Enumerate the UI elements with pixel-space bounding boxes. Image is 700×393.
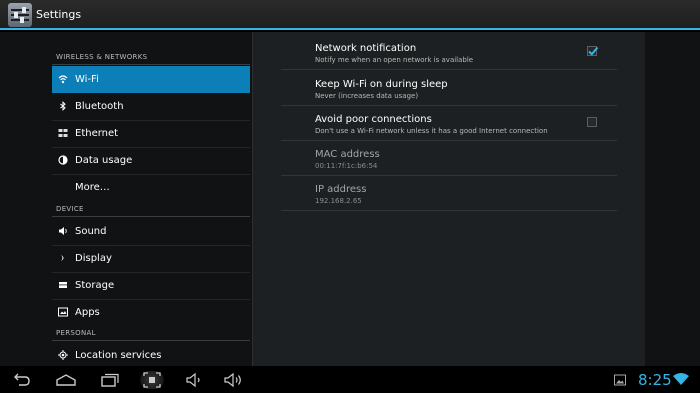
- volume-up-button[interactable]: [222, 371, 246, 389]
- ethernet-icon: [58, 129, 68, 137]
- sidebar-item-bluetooth[interactable]: Bluetooth: [52, 93, 250, 120]
- apps-icon: [58, 307, 68, 317]
- pref-summary: Don't use a Wi-Fi network unless it has …: [315, 127, 548, 135]
- pref-summary: Never (increases data usage): [315, 92, 419, 100]
- sidebar-item-storage[interactable]: Storage: [52, 272, 250, 299]
- action-bar: Settings: [0, 0, 700, 30]
- volume-up-icon: [224, 372, 241, 388]
- pref-summary: Notify me when an open network is availa…: [315, 56, 474, 64]
- wifi-signal-icon: [673, 373, 689, 385]
- mac-address-value: 00:11:7f:1c:b6:54: [315, 162, 378, 170]
- sidebar-item-label: Apps: [75, 307, 100, 318]
- section-header-personal: PERSONAL: [56, 329, 96, 337]
- pref-keep-wifi-on-sleep[interactable]: Keep Wi-Fi on during sleep Never (increa…: [281, 70, 617, 105]
- display-icon: [61, 255, 64, 261]
- home-button[interactable]: [54, 371, 78, 389]
- volume-down-icon: [186, 372, 200, 388]
- pref-title: MAC address: [315, 149, 380, 160]
- section-header-wireless: WIRELESS & NETWORKS: [56, 53, 148, 61]
- clock: 8:25: [638, 371, 672, 389]
- sidebar-item-sound[interactable]: Sound: [52, 218, 250, 245]
- volume-down-button[interactable]: [183, 371, 207, 389]
- bluetooth-icon: [60, 101, 66, 111]
- system-bar: 8:25: [0, 366, 700, 393]
- location-icon: [58, 350, 68, 360]
- back-button[interactable]: [9, 371, 33, 389]
- sidebar-item-label: Sound: [75, 226, 107, 237]
- pref-avoid-poor-connections[interactable]: Avoid poor connections Don't use a Wi-Fi…: [281, 105, 617, 140]
- wifi-settings-pane: Network notification Notify me when an o…: [252, 32, 645, 366]
- sidebar-item-label: Ethernet: [75, 128, 119, 139]
- ip-address-value: 192.168.2.65: [315, 197, 362, 205]
- gallery-notification-icon[interactable]: [614, 374, 626, 386]
- data-usage-icon: [58, 155, 68, 165]
- sidebar-item-location[interactable]: Location services: [52, 342, 250, 369]
- pref-divider: [281, 210, 617, 211]
- sidebar-item-apps[interactable]: Apps: [52, 299, 250, 326]
- section-divider: [52, 340, 250, 341]
- pref-network-notification[interactable]: Network notification Notify me when an o…: [281, 34, 617, 69]
- back-icon: [14, 373, 30, 386]
- settings-sidebar: WIRELESS & NETWORKS Wi-Fi Bluetooth Ethe…: [52, 32, 250, 366]
- screenshot-button[interactable]: [140, 371, 164, 389]
- wifi-icon: [58, 75, 68, 84]
- sidebar-item-display[interactable]: Display: [52, 245, 250, 272]
- sidebar-item-label: Bluetooth: [75, 101, 124, 112]
- pref-title: Avoid poor connections: [315, 114, 432, 125]
- pref-title: IP address: [315, 184, 367, 195]
- screenshot-icon: [143, 372, 161, 388]
- section-divider: [52, 216, 250, 217]
- settings-app-icon[interactable]: [8, 3, 32, 27]
- sound-icon: [59, 227, 67, 235]
- storage-icon: [59, 282, 67, 288]
- pref-title: Keep Wi-Fi on during sleep: [315, 79, 448, 90]
- sidebar-item-label: Storage: [75, 280, 115, 291]
- sidebar-item-label: Location services: [75, 350, 162, 361]
- pref-mac-address: MAC address 00:11:7f:1c:b6:54: [281, 140, 617, 175]
- sidebar-item-wifi[interactable]: Wi-Fi: [52, 66, 250, 93]
- checkmark-icon: [588, 46, 599, 56]
- sidebar-item-label: Data usage: [75, 155, 133, 166]
- home-icon: [56, 374, 76, 386]
- recent-apps-button[interactable]: [97, 371, 121, 389]
- network-notification-checkbox[interactable]: [587, 46, 599, 56]
- sidebar-item-more[interactable]: More…: [52, 174, 250, 201]
- sidebar-item-label: Display: [75, 253, 112, 264]
- sidebar-item-label: Wi-Fi: [75, 74, 99, 85]
- sidebar-item-data-usage[interactable]: Data usage: [52, 147, 250, 174]
- settings-content: WIRELESS & NETWORKS Wi-Fi Bluetooth Ethe…: [0, 32, 700, 366]
- section-divider: [52, 64, 250, 65]
- section-header-device: DEVICE: [56, 205, 84, 213]
- app-title: Settings: [36, 8, 82, 21]
- pref-ip-address: IP address 192.168.2.65: [281, 175, 617, 210]
- recent-apps-icon: [101, 373, 119, 387]
- sidebar-item-ethernet[interactable]: Ethernet: [52, 120, 250, 147]
- avoid-poor-connections-checkbox[interactable]: [587, 117, 597, 127]
- pref-title: Network notification: [315, 43, 417, 54]
- sidebar-item-label: More…: [75, 182, 110, 193]
